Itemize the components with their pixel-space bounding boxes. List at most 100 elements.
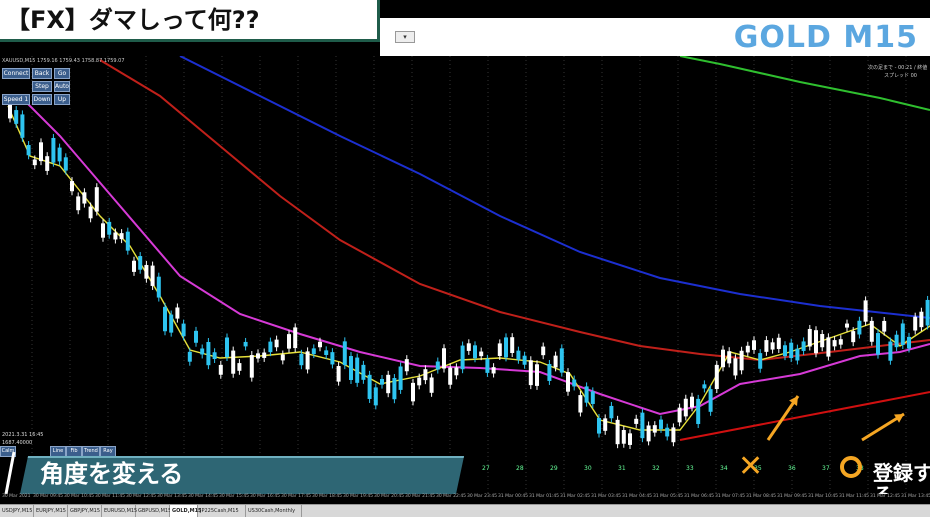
back-button[interactable]: Back [32, 68, 52, 79]
candle-down [76, 196, 81, 211]
candle-up [200, 348, 205, 355]
candle-up [789, 342, 794, 359]
date-label: 31 Mar 11:45 [839, 494, 870, 499]
symbol-tab[interactable]: US30Cash,Monthly [246, 505, 302, 517]
candle-down [745, 345, 750, 353]
candle-down [838, 339, 843, 345]
candle-down [621, 430, 626, 444]
chart-screen: ▾ GOLD M15 【FX】ダマしって何?? XAUUSD,M15 1759.… [0, 0, 930, 517]
candle-down [764, 340, 769, 352]
candle-down [721, 349, 725, 368]
candle-down [535, 364, 539, 386]
candle-down [417, 377, 422, 386]
candle-up [758, 353, 763, 369]
candle-up [367, 374, 372, 399]
symbol-tab[interactable]: USDJPY,M15 [0, 505, 34, 517]
symbol-label: GOLD M15 [733, 20, 918, 55]
candle-down [454, 367, 459, 376]
candle-down [714, 364, 719, 390]
candle-up [572, 379, 577, 387]
date-label: 31 Mar 09:45 [777, 494, 808, 499]
candle-up [708, 389, 713, 412]
candle-down [566, 372, 570, 392]
candle-up [783, 345, 787, 357]
candle-down [628, 433, 632, 445]
speed-button[interactable]: Speed 1 [2, 94, 30, 105]
candle-down [832, 340, 837, 347]
date-label: 30 Mar 14:45 [188, 494, 219, 499]
candle-down [231, 350, 236, 374]
date-label: 30 Mar 11:45 [95, 494, 126, 499]
auto-button[interactable]: Auto [54, 81, 70, 92]
candle-down [479, 351, 484, 357]
candle-up [900, 323, 905, 345]
timeframe-dropdown[interactable]: ▾ [395, 31, 415, 43]
candle-down [491, 367, 496, 374]
candle-down [851, 331, 856, 343]
candle-up [194, 330, 198, 343]
candle-down [882, 320, 887, 332]
candle-up [559, 348, 564, 373]
candle-up [504, 337, 508, 358]
candle-up [361, 364, 366, 380]
symbol-tab[interactable]: GBPJPY,M15 [68, 505, 102, 517]
candle-up [795, 348, 800, 361]
candle-down [119, 233, 124, 240]
candle-up [57, 147, 62, 162]
candle-down [256, 353, 260, 359]
candle-down [690, 396, 694, 408]
symbol-tab[interactable]: EURUSD,M15 [102, 505, 137, 517]
date-label: 30 Mar 20:45 [374, 494, 405, 499]
date-label: 31 Mar 02:45 [560, 494, 591, 499]
down-button[interactable]: Down [32, 94, 52, 105]
candle-down [132, 260, 136, 272]
date-label: 31 Mar 03:45 [591, 494, 622, 499]
candle-down [448, 367, 453, 385]
candle-down [528, 360, 533, 386]
candle-down [88, 206, 93, 219]
toolbar-strip [380, 0, 930, 18]
candle-down [652, 425, 657, 433]
symbol-tab[interactable]: JP225Cash,M15 [198, 505, 246, 517]
candle-up [330, 352, 335, 365]
candle-up [107, 221, 112, 235]
candle-up [380, 378, 384, 385]
caption-slash-decoration [4, 451, 16, 495]
date-label: 31 Mar 12:45 [870, 494, 901, 499]
day-label: 29 [550, 465, 558, 472]
date-label: 30 Mar 13:45 [157, 494, 188, 499]
time-readout: 2021.3.31 16:45 [2, 432, 44, 438]
candle-up [460, 345, 465, 370]
candle-down [218, 364, 223, 375]
date-label: 30 Mar 2021 [2, 494, 31, 499]
candle-down [727, 351, 732, 364]
go-button[interactable]: Go [54, 68, 70, 79]
candle-down [603, 418, 608, 431]
symbol-tab[interactable]: GBPUSD,M15 [136, 505, 171, 517]
candle-down [404, 359, 409, 372]
candle-down [262, 352, 267, 358]
day-label: 28 [516, 465, 524, 472]
candle-down [646, 425, 651, 442]
candle-up [212, 352, 217, 360]
candle-down [820, 334, 825, 348]
candle-up [888, 341, 893, 361]
symbol-tab[interactable]: GOLD,M15 [170, 505, 202, 517]
symbol-tab-bar: USDJPY,M15 EURJPY,M15 GBPJPY,M15 EURUSD,M15… [0, 504, 930, 517]
symbol-tab[interactable]: EURJPY,M15 [34, 505, 68, 517]
candle-up [696, 398, 701, 425]
up-button[interactable]: Up [54, 94, 70, 105]
candle-up [243, 341, 248, 347]
candle-down [869, 320, 874, 342]
candle-up [138, 256, 143, 270]
candle-up [597, 417, 601, 434]
candle-up [609, 405, 614, 419]
trendline[interactable] [679, 391, 930, 441]
connect-button[interactable]: Connect [2, 68, 30, 79]
ma-magenta-line [19, 95, 930, 416]
candle-down [615, 419, 620, 445]
step-button[interactable]: Step [32, 81, 52, 92]
candle-down [45, 156, 50, 171]
chart-info-spread: スプレッド 00 [884, 73, 917, 79]
price-chart[interactable] [0, 56, 930, 496]
